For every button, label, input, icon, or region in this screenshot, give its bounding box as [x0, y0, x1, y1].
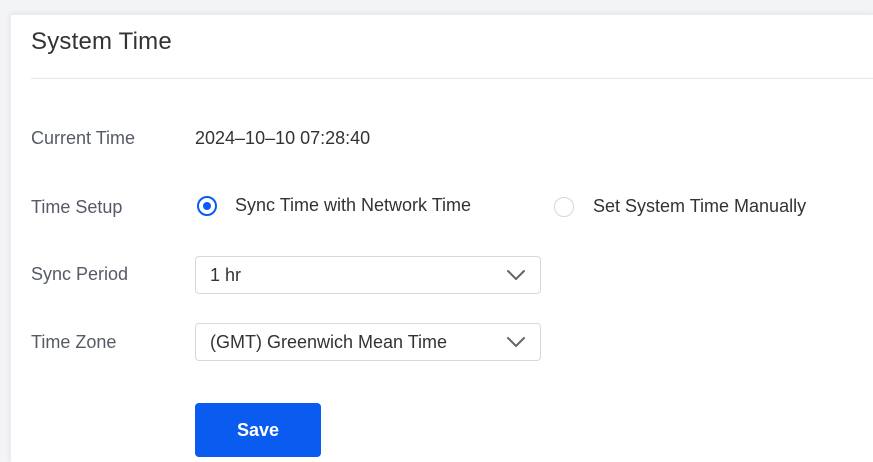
current-time-label: Current Time: [31, 128, 136, 148]
radio-set-time-manually-label[interactable]: Set System Time Manually: [593, 196, 806, 217]
time-zone-label: Time Zone: [31, 332, 117, 352]
radio-unchecked-icon[interactable]: [554, 196, 574, 217]
current-time-value: 2024–10–10 07:28:40: [195, 128, 371, 148]
radio-set-time-manually[interactable]: Set System Time Manually: [554, 196, 806, 217]
radio-sync-network-time-label[interactable]: Sync Time with Network Time: [235, 195, 471, 216]
chevron-down-icon: [507, 337, 525, 347]
title-divider: [31, 78, 873, 79]
time-zone-select[interactable]: (GMT) Greenwich Mean Time: [195, 323, 541, 361]
page-title: System Time: [31, 28, 172, 55]
chevron-down-icon: [507, 270, 525, 280]
save-button[interactable]: Save: [195, 403, 321, 457]
sync-period-value: 1 hr: [210, 265, 242, 285]
system-time-card: System Time Current Time 2024–10–10 07:2…: [10, 14, 873, 462]
time-setup-label: Time Setup: [31, 197, 123, 217]
radio-checked-icon[interactable]: [197, 195, 217, 216]
time-zone-value: (GMT) Greenwich Mean Time: [210, 332, 448, 352]
radio-sync-network-time[interactable]: Sync Time with Network Time: [197, 195, 471, 216]
sync-period-select[interactable]: 1 hr: [195, 256, 541, 294]
sync-period-label: Sync Period: [31, 264, 129, 284]
